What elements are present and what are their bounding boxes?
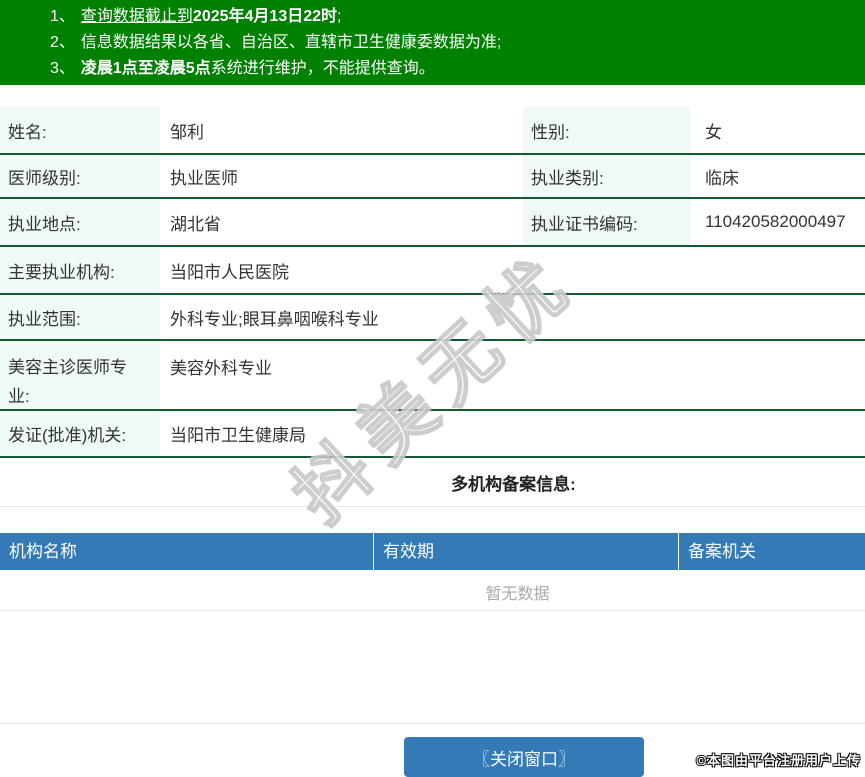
info-row-level-category: 医师级别: 执业医师 执业类别: 临床 bbox=[0, 155, 865, 199]
field-label-gender: 性别: bbox=[523, 107, 690, 153]
notice-rest-text: ; bbox=[337, 8, 342, 25]
section-title-multi-institution-filing: 多机构备案信息: bbox=[0, 470, 865, 495]
notice-underlined-text: 查询数据截止到 bbox=[80, 8, 193, 25]
info-row-name-gender: 姓名: 邹利 性别: 女 bbox=[0, 107, 865, 155]
physician-info-table: 姓名: 邹利 性别: 女 医师级别: 执业医师 执业类别: 临床 执业地点: 湖… bbox=[0, 107, 865, 458]
field-value-main-institution: 当阳市人民医院 bbox=[170, 262, 289, 282]
field-label-category: 执业类别: bbox=[523, 155, 690, 197]
info-row-issuing-authority: 发证(批准)机关: 当阳市卫生健康局 bbox=[0, 411, 865, 458]
field-label-level: 医师级别: bbox=[0, 155, 160, 197]
info-row-practice-scope: 执业范围: 外科专业;眼耳鼻咽喉科专业 bbox=[0, 295, 865, 341]
notice-number: 3、 bbox=[50, 60, 75, 77]
divider bbox=[0, 610, 865, 611]
divider bbox=[0, 506, 865, 507]
filing-table-empty-row: 暂无数据 bbox=[0, 580, 865, 604]
notice-rest-text: 系统进行维护，不能提供查询。 bbox=[210, 60, 435, 77]
column-header-institution-name: 机构名称 bbox=[0, 533, 374, 570]
close-window-button[interactable]: 〖关闭窗口〗 bbox=[404, 737, 644, 777]
field-label-cosmetic-specialty: 美容主诊医师专业: bbox=[0, 341, 160, 409]
field-value-category: 临床 bbox=[705, 168, 739, 188]
section-title-text: 多机构备案信息: bbox=[451, 475, 576, 494]
info-row-cosmetic-specialty: 美容主诊医师专业: 美容外科专业 bbox=[0, 341, 865, 411]
divider bbox=[0, 723, 865, 724]
field-value-license-number: 110420582000497 bbox=[705, 212, 846, 231]
notice-bold-text: 2025年4月13日22时 bbox=[192, 8, 338, 25]
field-label-name: 姓名: bbox=[0, 107, 160, 153]
field-value-location: 湖北省 bbox=[170, 214, 221, 234]
field-value-name: 邹利 bbox=[170, 122, 204, 142]
field-label-practice-scope: 执业范围: bbox=[0, 295, 160, 339]
notice-line-2: 2、 信息数据结果以各省、自治区、直辖市卫生健康委数据为准; bbox=[50, 30, 865, 56]
notice-bold-text: 凌晨1点至凌晨5点 bbox=[80, 60, 211, 77]
copyright-stamp: ©本图由平台注册用户上传 bbox=[696, 753, 861, 768]
field-value-practice-scope: 外科专业;眼耳鼻咽喉科专业 bbox=[170, 309, 379, 329]
notice-line-3: 3、 凌晨1点至凌晨5点系统进行维护，不能提供查询。 bbox=[50, 56, 865, 82]
notice-text: 信息数据结果以各省、自治区、直辖市卫生健康委数据为准; bbox=[80, 34, 502, 51]
filing-table-header: 机构名称 有效期 备案机关 bbox=[0, 533, 865, 570]
field-value-issuing-authority: 当阳市卫生健康局 bbox=[170, 426, 306, 445]
field-label-main-institution: 主要执业机构: bbox=[0, 247, 160, 293]
field-value-cosmetic-specialty: 美容外科专业 bbox=[170, 359, 272, 378]
notice-banner: 1、 查询数据截止到2025年4月13日22时; 2、 信息数据结果以各省、自治区、… bbox=[0, 0, 865, 85]
column-header-filing-authority: 备案机关 bbox=[688, 542, 756, 561]
notice-number: 1、 bbox=[50, 8, 75, 25]
field-value-gender: 女 bbox=[705, 122, 722, 142]
empty-data-text: 暂无数据 bbox=[485, 586, 550, 603]
notice-line-1: 1、 查询数据截止到2025年4月13日22时; bbox=[50, 4, 865, 30]
column-header-validity-period: 有效期 bbox=[374, 533, 679, 570]
info-row-main-institution: 主要执业机构: 当阳市人民医院 bbox=[0, 247, 865, 295]
field-label-issuing-authority: 发证(批准)机关: bbox=[0, 411, 160, 456]
notice-number: 2、 bbox=[50, 34, 75, 51]
field-value-level: 执业医师 bbox=[170, 168, 238, 188]
field-label-location: 执业地点: bbox=[0, 199, 160, 245]
info-row-location-license: 执业地点: 湖北省 执业证书编码: 110420582000497 bbox=[0, 199, 865, 247]
field-label-license-number: 执业证书编码: bbox=[523, 199, 690, 245]
